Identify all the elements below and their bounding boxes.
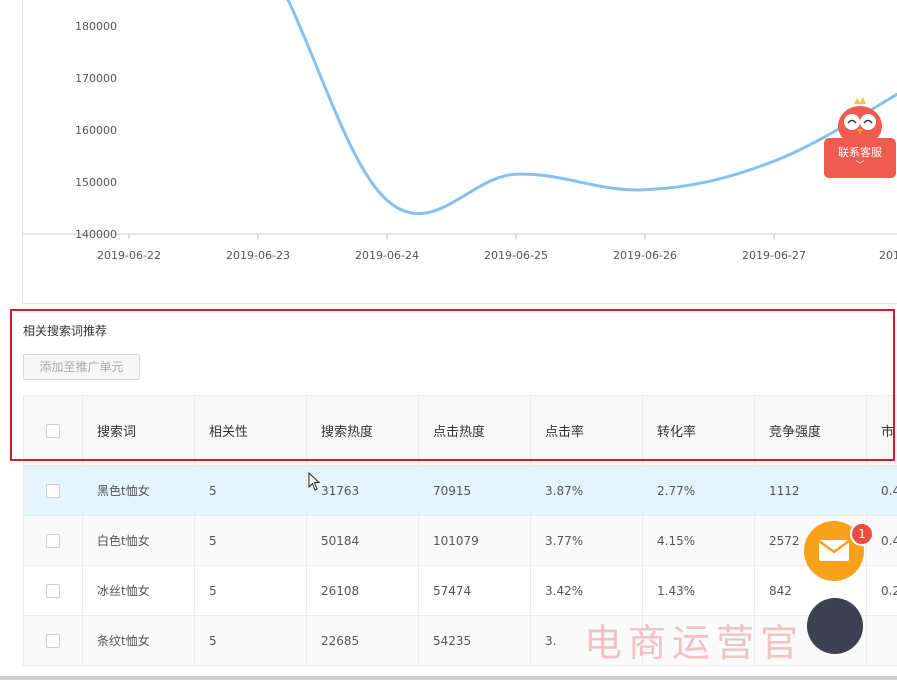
contact-service-widget[interactable]: 联系客服 ﹀: [824, 96, 896, 182]
header-competition[interactable]: 竞争强度: [754, 395, 867, 466]
search-trend-line-chart: 180000 170000 160000 150000 140000 2019-06-22…: [23, 0, 897, 262]
select-all-header: [23, 395, 83, 466]
x-tick-label: 2019-06-22: [97, 249, 161, 262]
cell-click-heat: 54235: [418, 615, 531, 666]
cell-conversion-rate: 4.15%: [642, 515, 755, 566]
chevron-down-icon: ﹀: [855, 161, 865, 171]
cell-conversion-rate: 2.77%: [642, 465, 755, 516]
row-checkbox-cell: [23, 465, 83, 516]
series-line: [286, 0, 897, 215]
cell-search-heat: 26108: [306, 565, 419, 616]
cell-ctr: 3.77%: [530, 515, 643, 566]
related-keywords-title: 相关搜索词推荐: [23, 324, 108, 338]
cell-relevance: 5: [194, 465, 307, 516]
cell-ctr: 3.87%: [530, 465, 643, 516]
cell-market: 0.2: [866, 565, 897, 616]
cell-competition: 1112: [754, 465, 867, 516]
cell-relevance: 5: [194, 615, 307, 666]
cell-click-heat: 101079: [418, 515, 531, 566]
x-tick-label: 2019-06-27: [742, 249, 806, 262]
horizontal-scrollbar[interactable]: [0, 676, 897, 680]
cell-relevance: 5: [194, 565, 307, 616]
cell-keyword: 冰丝t恤女: [82, 565, 195, 616]
cell-relevance: 5: [194, 515, 307, 566]
header-click-heat[interactable]: 点击热度: [418, 395, 531, 466]
y-tick-label: 140000: [75, 228, 117, 241]
message-count-badge: 1: [850, 522, 874, 546]
cell-click-heat: 70915: [418, 465, 531, 516]
cell-keyword: 白色t恤女: [82, 515, 195, 566]
y-tick-label: 170000: [75, 72, 117, 85]
cell-keyword: 黑色t恤女: [82, 465, 195, 516]
header-ctr[interactable]: 点击率: [530, 395, 643, 466]
row-checkbox[interactable]: [46, 533, 60, 548]
contact-service-text: 联系客服: [838, 146, 882, 159]
header-market[interactable]: 市: [866, 395, 897, 466]
row-checkbox[interactable]: [46, 633, 60, 648]
header-search-heat[interactable]: 搜索热度: [306, 395, 419, 466]
cell-market: [866, 615, 897, 666]
cell-ctr: 3.42%: [530, 565, 643, 616]
y-tick-label: 180000: [75, 20, 117, 33]
add-to-unit-button[interactable]: 添加至推广单元: [23, 354, 140, 380]
x-tick-label: 2019-06-26: [613, 249, 677, 262]
row-checkbox-cell: [23, 565, 83, 616]
y-tick-label: 150000: [75, 176, 117, 189]
back-to-top-button[interactable]: [807, 598, 863, 654]
header-keyword[interactable]: 搜索词: [82, 395, 195, 466]
select-all-checkbox[interactable]: [46, 423, 60, 438]
row-checkbox[interactable]: [46, 483, 60, 498]
y-tick-label: 160000: [75, 124, 117, 137]
cell-search-heat: 22685: [306, 615, 419, 666]
mascot-bird-icon: [838, 97, 882, 142]
mouse-cursor-icon: [308, 472, 321, 491]
row-checkbox-cell: [23, 515, 83, 566]
header-relevance[interactable]: 相关性: [194, 395, 307, 466]
cell-click-heat: 57474: [418, 565, 531, 616]
table-row[interactable]: 冰丝t恤女 5 26108 57474 3.42% 1.43% 842 0.2: [23, 565, 897, 616]
contact-service-label[interactable]: 联系客服 ﹀: [824, 138, 896, 178]
cell-search-heat: 31763: [306, 465, 419, 516]
x-tick-label: 2019-06-25: [484, 249, 548, 262]
page: 180000 170000 160000 150000 140000 2019-06-22…: [0, 0, 897, 680]
cell-market: 0.4: [866, 465, 897, 516]
row-checkbox-cell: [23, 615, 83, 666]
table-row[interactable]: 白色t恤女 5 50184 101079 3.77% 4.15% 2572 0.…: [23, 515, 897, 566]
cell-search-heat: 50184: [306, 515, 419, 566]
cell-conversion-rate: 1.43%: [642, 565, 755, 616]
x-tick-label: 2019-06-24: [355, 249, 419, 262]
watermark-text: 电商运营官: [584, 621, 805, 665]
cell-keyword: 条纹t恤女: [82, 615, 195, 666]
header-conversion-rate[interactable]: 转化率: [642, 395, 755, 466]
table-header-row: 搜索词 相关性 搜索热度 点击热度 点击率 转化率 竞争强度 市: [23, 395, 897, 466]
x-tick-label: 2019-06-23: [226, 249, 290, 262]
row-checkbox[interactable]: [46, 583, 60, 598]
x-tick-label: 2019: [879, 249, 897, 262]
search-trend-chart-panel: 180000 170000 160000 150000 140000 2019-06-22…: [22, 0, 897, 304]
table-row[interactable]: 黑色t恤女 5 31763 70915 3.87% 2.77% 1112 0.4: [23, 465, 897, 516]
